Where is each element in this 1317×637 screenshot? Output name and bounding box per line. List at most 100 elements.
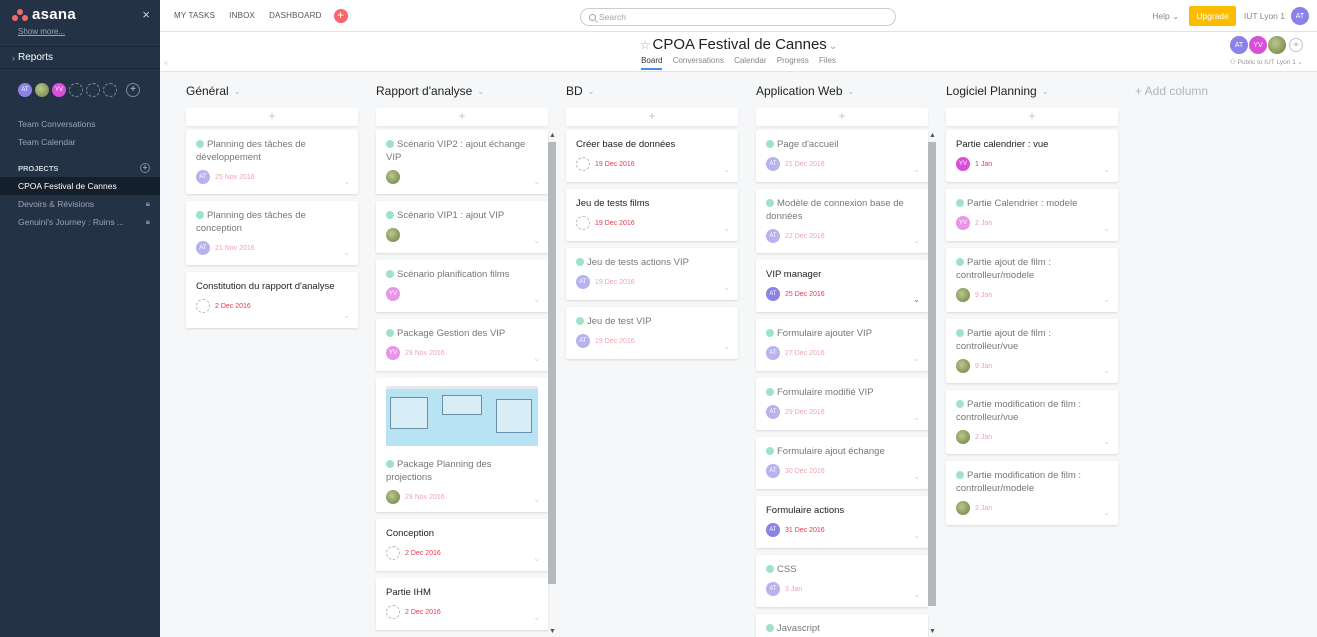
assignee-avatar[interactable]: YV [956,157,970,171]
assignee-avatar[interactable] [956,288,970,302]
member-avatar-yv[interactable]: YV [52,82,66,97]
task-card[interactable]: Créer base de données 19 Dec 2016 ⌄ [566,130,738,182]
quick-add-button[interactable]: + [333,8,348,23]
chevron-down-icon[interactable]: ⌄ [1103,165,1110,174]
task-card[interactable]: Planning des tâches de conception AT 21 N… [186,201,358,265]
assignee-avatar[interactable]: AT [766,464,780,478]
scroll-down-icon[interactable]: ▼ [929,628,936,635]
task-card[interactable]: Scénario VIP1 : ajout VIP ⌄ [376,201,548,253]
task-card[interactable]: Package Planning des projections 29 Nov … [376,378,548,512]
sidebar-project-cpoa[interactable]: CPOA Festival de Cannes [0,177,160,195]
unassigned-icon[interactable] [196,299,210,313]
show-more-link[interactable]: Show more... [0,24,160,36]
project-title[interactable]: CPOA Festival de Cannes [653,36,827,53]
assignee-avatar[interactable]: AT [766,523,780,537]
check-icon[interactable] [956,471,964,479]
task-card[interactable]: Page d'accueil AT 21 Dec 2016 ⌄ [756,130,928,182]
check-icon[interactable] [386,329,394,337]
add-project-icon[interactable]: + [140,163,150,173]
assignee-avatar[interactable]: AT [766,157,780,171]
scrollbar[interactable] [548,142,556,584]
chevron-down-icon[interactable]: ⌄ [533,495,540,504]
task-card[interactable]: Scénario VIP2 : ajout échange VIP ⌄ [376,130,548,194]
check-icon[interactable] [766,140,774,148]
member-avatar-yv[interactable]: YV [1249,36,1267,54]
assignee-avatar[interactable] [956,501,970,515]
chevron-down-icon[interactable]: ⌄ [848,87,855,96]
add-task-button[interactable]: + [566,108,738,126]
chevron-down-icon[interactable]: ⌄ [477,87,484,96]
chevron-down-icon[interactable]: ⌄ [913,354,920,363]
empty-member-icon[interactable] [86,82,100,97]
check-icon[interactable] [956,258,964,266]
task-card[interactable]: Planning des tâches de développement AT 2… [186,130,358,194]
task-card[interactable]: Formulaire actions AT 31 Dec 2016 ⌄ [756,496,928,548]
attachment-thumbnail[interactable] [386,386,538,446]
column-header[interactable]: Application Web ⌄ [756,82,928,100]
assignee-avatar[interactable] [386,170,400,184]
chevron-down-icon[interactable]: ⌄ [533,236,540,245]
task-card[interactable]: VIP manager AT 25 Dec 2016 ⌄ [756,260,928,312]
check-icon[interactable] [576,317,584,325]
column-header[interactable]: Logiciel Planning ⌄ [946,82,1118,100]
chevron-down-icon[interactable]: ⌄ [913,413,920,422]
team-conversations-link[interactable]: Team Conversations [0,115,160,133]
assignee-avatar[interactable]: AT [766,582,780,596]
chevron-down-icon[interactable]: ⌄ [913,590,920,599]
task-card[interactable]: Jeu de tests actions VIP AT 19 Dec 2016 ⌄ [566,248,738,300]
user-avatar[interactable]: AT [1291,7,1309,25]
check-icon[interactable] [766,199,774,207]
chevron-down-icon[interactable]: ⌄ [1103,224,1110,233]
chevron-down-icon[interactable]: ⌄ [913,472,920,481]
collapse-icon[interactable]: « [164,60,168,67]
task-card[interactable]: Partie modification de film : controlleu… [946,390,1118,454]
chevron-down-icon[interactable]: ⌄ [829,41,837,52]
chevron-down-icon[interactable]: ⌄ [1103,437,1110,446]
privacy-setting[interactable]: ⚇ Public to IUT Lyon 1 ⌄ [1230,58,1303,66]
check-icon[interactable] [766,388,774,396]
chevron-down-icon[interactable]: ⌄ [533,354,540,363]
tab-conversations[interactable]: Conversations [673,56,724,68]
task-card[interactable]: Constitution du rapport d'analyse 2 Dec … [186,272,358,328]
task-card[interactable]: Partie ajout de film : controlleur/model… [946,248,1118,312]
assignee-avatar[interactable]: AT [766,229,780,243]
chevron-down-icon[interactable]: ⌄ [723,165,730,174]
check-icon[interactable] [766,329,774,337]
team-calendar-link[interactable]: Team Calendar [0,133,160,151]
task-card[interactable]: Partie ajout de film : controlleur/vue 9… [946,319,1118,383]
task-card[interactable]: Jeu de tests films 19 Dec 2016 ⌄ [566,189,738,241]
add-column-button[interactable]: + Add column [1135,84,1208,98]
member-avatar-photo[interactable] [35,82,49,97]
org-name[interactable]: IUT Lyon 1 [1244,11,1285,21]
check-icon[interactable] [386,211,394,219]
nav-dashboard[interactable]: DASHBOARD [269,11,321,20]
scroll-up-icon[interactable]: ▲ [549,132,556,139]
check-icon[interactable] [196,211,204,219]
sidebar-project-genuini[interactable]: Genuini's Journey : Ruins ... 🔒︎ [0,213,160,231]
task-card[interactable]: Formulaire ajout échange AT 30 Dec 2016 ⌄ [756,437,928,489]
add-task-button[interactable]: + [756,108,928,126]
check-icon[interactable] [196,140,204,148]
assignee-avatar[interactable]: YV [956,216,970,230]
assignee-avatar[interactable]: AT [766,346,780,360]
chevron-down-icon[interactable]: ⌄ [533,177,540,186]
assignee-avatar[interactable] [956,430,970,444]
chevron-down-icon[interactable]: ⌄ [1042,87,1049,96]
task-card[interactable]: CSS AT 3 Jan ⌄ [756,555,928,607]
chevron-down-icon[interactable]: ⌄ [723,283,730,292]
task-card[interactable]: Scénario planification films YV ⌄ [376,260,548,312]
nav-my-tasks[interactable]: MY TASKS [174,11,215,20]
task-card[interactable]: Jeu de test VIP AT 19 Dec 2016 ⌄ [566,307,738,359]
chevron-down-icon[interactable]: ⌄ [913,236,920,245]
chevron-down-icon[interactable]: ⌄ [343,177,350,186]
assignee-avatar[interactable]: AT [576,334,590,348]
check-icon[interactable] [766,565,774,573]
chevron-down-icon[interactable]: ⌄ [723,342,730,351]
assignee-avatar[interactable]: YV [386,346,400,360]
scroll-up-icon[interactable]: ▲ [929,132,936,139]
column-header[interactable]: BD ⌄ [566,82,738,100]
task-card[interactable]: Modèle de connexion base de données AT 22… [756,189,928,253]
check-icon[interactable] [956,329,964,337]
add-task-button[interactable]: + [946,108,1118,126]
assignee-avatar[interactable]: AT [766,405,780,419]
